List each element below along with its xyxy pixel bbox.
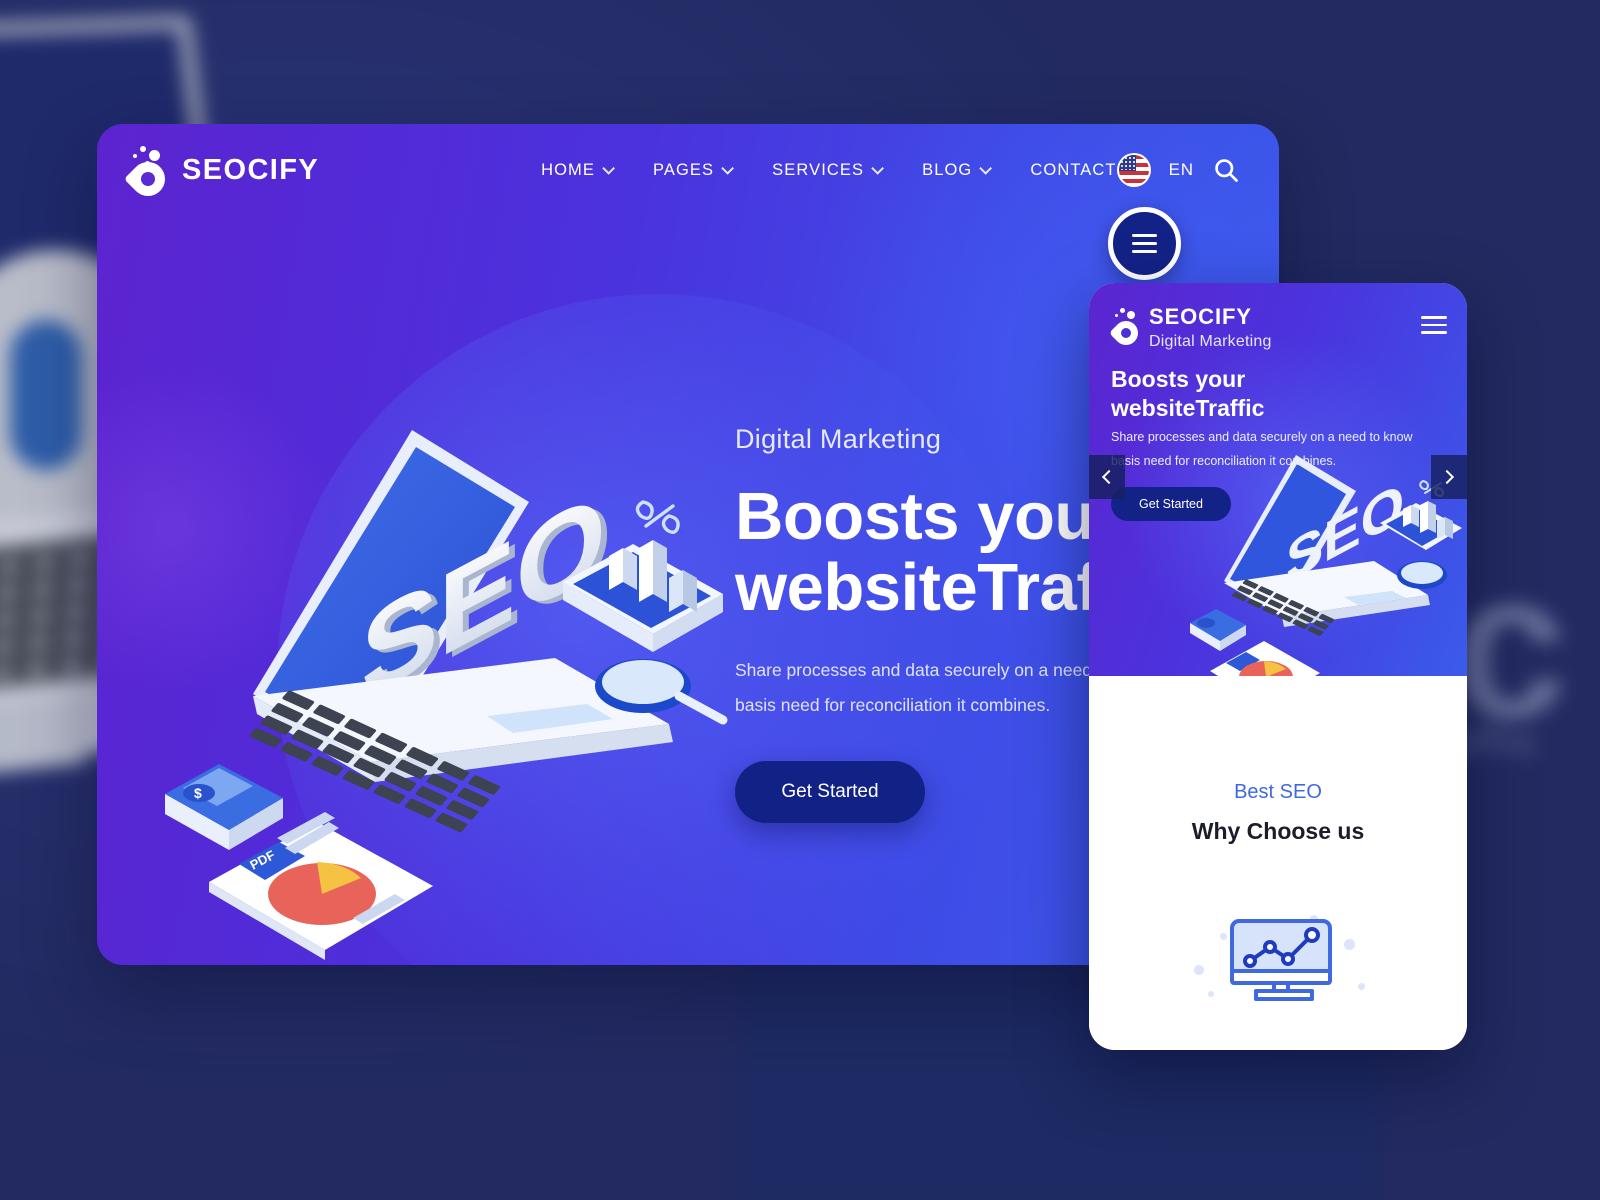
screenshot-scene: ic website traffic SEOCIFY HOME (0, 0, 1600, 1200)
mobile-brand-name: SEOCIFY (1149, 304, 1252, 329)
nav-label-home: HOME (541, 160, 596, 179)
nav-label-services: SERVICES (772, 160, 865, 179)
mobile-preview-card: SEOCIFY Digital Marketing SEO Boosts you… (1089, 283, 1467, 1050)
get-started-button[interactable]: Get Started (735, 761, 925, 824)
mobile-brand-logo[interactable]: SEOCIFY Digital Marketing (1109, 304, 1272, 351)
chevron-down-icon (721, 161, 735, 175)
nav-item-services[interactable]: SERVICES (772, 160, 885, 180)
search-icon[interactable] (1212, 156, 1240, 184)
nav-item-pages[interactable]: PAGES (653, 160, 735, 180)
background-disc-inner (10, 320, 82, 470)
mobile-hamburger-menu-icon[interactable] (1421, 311, 1447, 339)
floating-menu-button[interactable] (1108, 207, 1181, 280)
nav-label-pages: PAGES (653, 160, 715, 179)
mobile-hero-title-line2: websiteTraffic (1111, 394, 1265, 421)
chevron-down-icon (979, 161, 993, 175)
brand-logo[interactable]: SEOCIFY (123, 144, 320, 204)
monitor-analytics-icon-wrap (1188, 905, 1368, 1035)
chevron-down-icon (871, 161, 885, 175)
hamburger-menu-icon (1132, 229, 1157, 258)
nav-menu: HOME PAGES SERVICES BLOG CONTACT (541, 161, 1117, 180)
svg-text:$: $ (194, 785, 202, 801)
nav-label-contact: CONTACT (1030, 160, 1117, 179)
us-flag-icon[interactable] (1116, 153, 1151, 187)
section-heading: Why Choose us (1191, 818, 1365, 844)
mobile-hero-section: SEOCIFY Digital Marketing SEO Boosts you… (1089, 283, 1467, 676)
monitor-analytics-icon (1230, 919, 1332, 1001)
carousel-prev-button[interactable] (1089, 455, 1125, 499)
mobile-hero-description: Share processes and data securely on a n… (1111, 429, 1413, 469)
hero-description-line2: for reconciliation it combines. (824, 695, 1051, 716)
mobile-why-choose-section: Best SEO Why Choose us (1089, 676, 1467, 1050)
nav-utilities: EN (1116, 153, 1266, 187)
brand-name: SEOCIFY (182, 153, 320, 186)
seocify-drop-icon (123, 144, 173, 204)
chevron-down-icon (602, 161, 616, 175)
mobile-navbar: SEOCIFY Digital Marketing (1089, 283, 1467, 351)
mobile-brand-tagline: Digital Marketing (1149, 333, 1272, 351)
nav-item-contact[interactable]: CONTACT (1030, 161, 1116, 180)
chevron-left-icon (1101, 469, 1117, 485)
chevron-right-icon (1439, 469, 1455, 485)
language-selector[interactable]: EN (1169, 160, 1194, 180)
nav-item-home[interactable]: HOME (541, 160, 616, 180)
mobile-hero-title-line1: Boosts your (1111, 366, 1246, 393)
money-stack: $ (165, 764, 283, 850)
mobile-get-started-button[interactable]: Get Started (1111, 487, 1231, 522)
seocify-drop-icon (1109, 307, 1143, 350)
section-eyebrow: Best SEO (1234, 781, 1322, 803)
carousel-next-button[interactable] (1431, 455, 1467, 499)
mobile-hero-text: Boosts your websiteTraffic Share process… (1089, 351, 1467, 522)
nav-label-blog: BLOG (922, 160, 973, 179)
nav-item-blog[interactable]: BLOG (922, 160, 993, 180)
desktop-navbar: SEOCIFY HOME PAGES SERVICES BLOG CONTACT… (97, 124, 1279, 216)
